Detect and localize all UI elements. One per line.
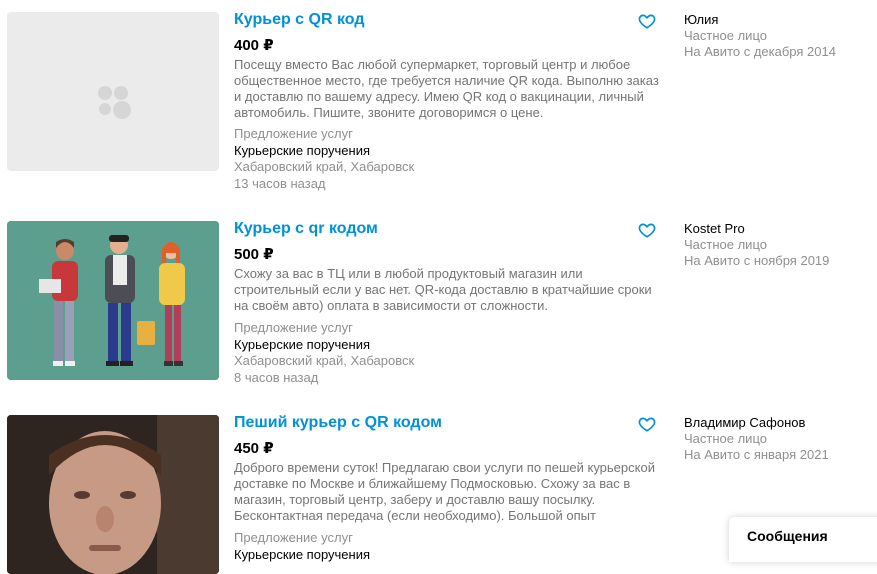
seller-type: Частное лицо	[684, 237, 767, 252]
seller-type: Частное лицо	[684, 431, 767, 446]
listing-type: Предложение услуг	[234, 126, 353, 141]
messages-label: Сообщения	[747, 528, 828, 544]
listing-description: Схожу за вас в ТЦ или в любой продуктовы…	[234, 266, 652, 313]
listing-photo[interactable]	[7, 221, 219, 380]
messages-button[interactable]: Сообщения	[729, 517, 877, 562]
listing-photo-placeholder[interactable]	[7, 12, 219, 171]
listing-price: 500 ₽	[234, 246, 274, 263]
listing-price: 400 ₽	[234, 37, 274, 54]
listing-description: Посещу вместо Вас любой супермаркет, тор…	[234, 57, 659, 120]
heart-icon[interactable]	[638, 415, 656, 433]
seller-info: Юлия Частное лицо На Авито с декабря 201…	[684, 12, 836, 60]
listing-meta: Предложение услуг Курьерские поручения Х…	[234, 126, 414, 192]
listing-card[interactable]: Курьер с qr кодом 500 ₽ Схожу за вас в Т…	[0, 210, 877, 400]
listing-category[interactable]: Курьерские поручения	[234, 337, 414, 354]
seller-since: На Авито с декабря 2014	[684, 44, 836, 59]
seller-info: Kostet Pro Частное лицо На Авито с ноябр…	[684, 221, 829, 269]
listing-title[interactable]: Курьер с QR код	[234, 11, 364, 29]
listing-meta: Предложение услуг Курьерские поручения Х…	[234, 320, 414, 386]
listing-type: Предложение услуг	[234, 530, 353, 545]
seller-name[interactable]: Владимир Сафонов	[684, 415, 829, 431]
seller-info: Владимир Сафонов Частное лицо На Авито с…	[684, 415, 829, 463]
listing-meta: Предложение услуг Курьерские поручения	[234, 530, 370, 563]
heart-icon[interactable]	[638, 221, 656, 239]
listing-time: 13 часов назад	[234, 175, 326, 191]
seller-since: На Авито с января 2021	[684, 447, 829, 462]
portrait-man	[7, 415, 219, 574]
listing-price: 450 ₽	[234, 440, 274, 457]
listing-description: Доброго времени суток! Предлагаю свои ус…	[234, 460, 655, 523]
illustration-three-people	[7, 221, 219, 380]
seller-name[interactable]: Юлия	[684, 12, 836, 28]
listing-title[interactable]: Курьер с qr кодом	[234, 220, 378, 238]
listing-time: 8 часов назад	[234, 369, 319, 385]
seller-since: На Авито с ноября 2019	[684, 253, 830, 268]
listing-location: Хабаровский край, Хабаровск	[234, 353, 415, 368]
listing-title[interactable]: Пеший курьер с QR кодом	[234, 414, 442, 432]
placeholder-icon	[98, 86, 131, 119]
listing-photo[interactable]	[7, 415, 219, 574]
listing-location: Хабаровский край, Хабаровск	[234, 159, 415, 174]
seller-name[interactable]: Kostet Pro	[684, 221, 829, 237]
listing-type: Предложение услуг	[234, 320, 353, 335]
listing-card[interactable]: Курьер с QR код 400 ₽ Посещу вместо Вас …	[0, 0, 877, 200]
listing-category[interactable]: Курьерские поручения	[234, 143, 414, 160]
heart-icon[interactable]	[638, 12, 656, 30]
seller-type: Частное лицо	[684, 28, 767, 43]
